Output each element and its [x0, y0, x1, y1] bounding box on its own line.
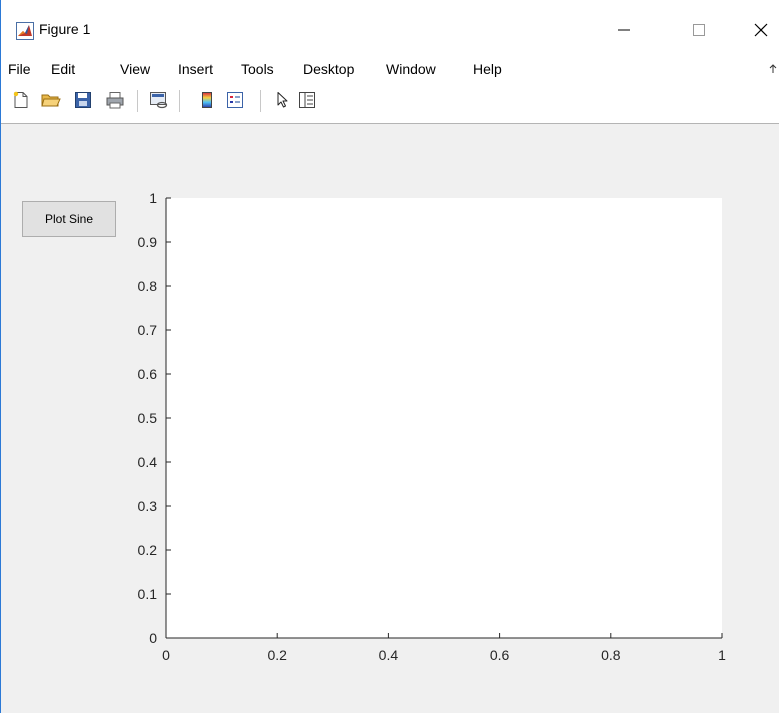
y-tick-label: 0.3 — [138, 498, 158, 514]
new-figure-icon[interactable] — [11, 90, 31, 110]
x-tick-label: 0.6 — [490, 647, 510, 663]
title-bar[interactable]: Figure 1 — [1, 0, 779, 58]
axes[interactable]: 0 0.2 0.4 0.6 0.8 1 0 0.1 0.2 0.3 0.4 0.5 0.6 0.7 0.8… — [1, 124, 779, 713]
y-tick-label: 1 — [149, 190, 157, 206]
menu-bar: File Edit View Insert Tools Desktop Wind… — [1, 58, 779, 82]
y-tick-label: 0.9 — [138, 234, 158, 250]
window-title: Figure 1 — [39, 21, 91, 37]
open-file-icon[interactable] — [41, 90, 61, 110]
x-tick-label: 0.2 — [267, 647, 287, 663]
menu-file[interactable]: File — [8, 61, 31, 77]
y-tick-label: 0.8 — [138, 278, 158, 294]
menu-desktop[interactable]: Desktop — [303, 61, 354, 77]
y-tick-label: 0.7 — [138, 322, 158, 338]
y-tick-label: 0.5 — [138, 410, 158, 426]
menu-tools[interactable]: Tools — [241, 61, 274, 77]
dock-arrow-icon[interactable] — [769, 64, 777, 77]
x-tick-label: 1 — [718, 647, 726, 663]
close-button[interactable] — [741, 14, 779, 46]
x-tick-label: 0 — [162, 647, 170, 663]
link-plot-icon[interactable] — [149, 90, 169, 110]
print-icon[interactable] — [105, 90, 125, 110]
menu-help[interactable]: Help — [473, 61, 502, 77]
menu-window[interactable]: Window — [386, 61, 436, 77]
y-tick-label: 0.1 — [138, 586, 158, 602]
figure-toolbar — [1, 82, 779, 124]
y-tick-label: 0.2 — [138, 542, 158, 558]
figure-window: Figure 1 File Edit View Insert Tools Des… — [0, 0, 779, 713]
x-tick-label: 0.8 — [601, 647, 621, 663]
y-tick-label: 0 — [149, 630, 157, 646]
y-tick-label: 0.6 — [138, 366, 158, 382]
figure-canvas: Plot Sine 0 0.2 0.4 0.6 0.8 1 0 0.1 0.2 0.3 0.4 0.… — [1, 124, 779, 713]
matlab-logo-icon — [16, 22, 34, 40]
toolbar-separator — [260, 90, 261, 112]
x-tick-label: 0.4 — [379, 647, 399, 663]
toolbar-separator — [179, 90, 180, 112]
close-icon — [754, 23, 768, 37]
insert-legend-icon[interactable] — [225, 90, 245, 110]
maximize-button[interactable] — [679, 14, 719, 46]
property-inspector-icon[interactable] — [297, 90, 317, 110]
y-tick-label: 0.4 — [138, 454, 158, 470]
save-icon[interactable] — [73, 90, 93, 110]
menu-view[interactable]: View — [120, 61, 150, 77]
minimize-icon — [618, 29, 630, 31]
edit-plot-icon[interactable] — [273, 90, 293, 110]
maximize-icon — [693, 24, 705, 36]
menu-edit[interactable]: Edit — [51, 61, 75, 77]
toolbar-separator — [137, 90, 138, 112]
insert-colorbar-icon[interactable] — [197, 90, 217, 110]
axes-background — [166, 198, 722, 638]
menu-insert[interactable]: Insert — [178, 61, 213, 77]
minimize-button[interactable] — [604, 14, 644, 46]
